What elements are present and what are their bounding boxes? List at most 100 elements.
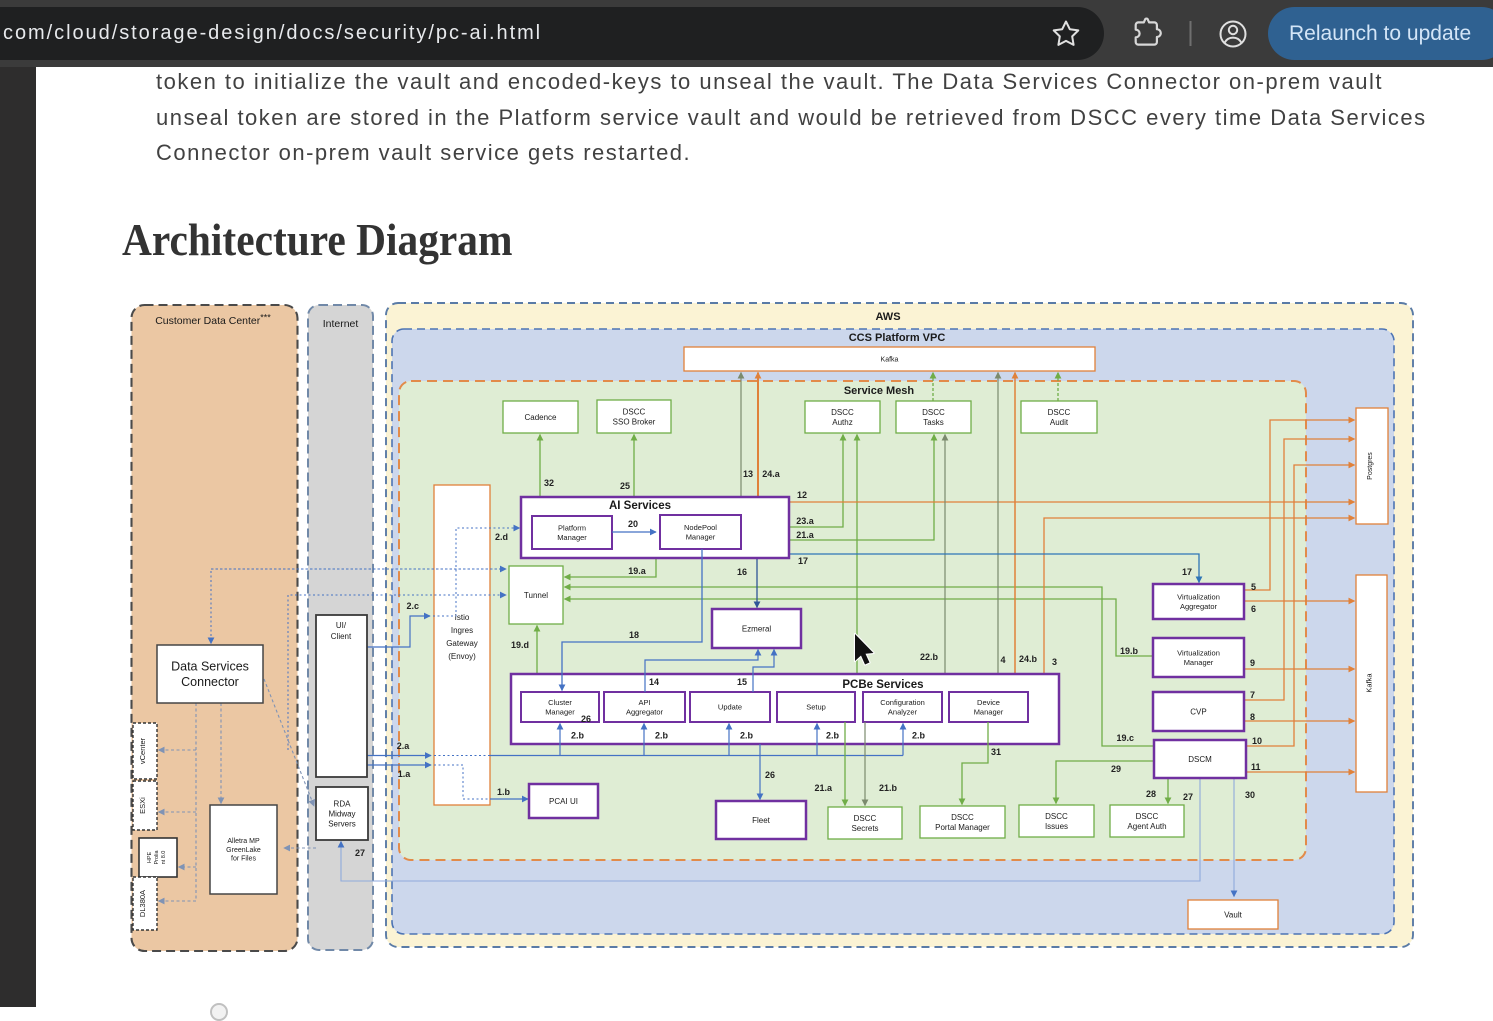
- svg-text:Tasks: Tasks: [923, 418, 943, 427]
- svg-text:2.b: 2.b: [655, 731, 669, 741]
- svg-text:ESXi: ESXi: [138, 797, 147, 814]
- svg-text:24.a: 24.a: [762, 469, 781, 479]
- svg-text:Istio: Istio: [455, 613, 470, 622]
- svg-text:19.a: 19.a: [628, 566, 647, 576]
- svg-text:9: 9: [1250, 658, 1255, 668]
- svg-text:CVP: CVP: [1190, 707, 1206, 716]
- svg-text:4: 4: [1000, 655, 1005, 665]
- svg-text:24.b: 24.b: [1019, 654, 1038, 664]
- svg-text:11: 11: [1251, 762, 1261, 772]
- svg-text:GreenLake: GreenLake: [226, 847, 261, 854]
- svg-text:Virtualization: Virtualization: [1177, 592, 1220, 601]
- svg-text:API: API: [638, 698, 650, 707]
- svg-text:26: 26: [581, 714, 591, 724]
- svg-text:Agent Auth: Agent Auth: [1127, 822, 1166, 831]
- svg-text:21.a: 21.a: [796, 530, 815, 540]
- svg-text:15: 15: [737, 677, 747, 687]
- svg-text:Secrets: Secrets: [851, 824, 878, 833]
- svg-text:Portal Manager: Portal Manager: [935, 823, 990, 832]
- svg-text:DSCC: DSCC: [1048, 408, 1071, 417]
- svg-text:SSO Broker: SSO Broker: [613, 417, 656, 426]
- svg-text:14: 14: [649, 677, 659, 687]
- svg-text:Data Services: Data Services: [171, 660, 249, 674]
- svg-text:22.b: 22.b: [920, 652, 939, 662]
- svg-text:31: 31: [991, 747, 1001, 757]
- svg-text:nt 8.0: nt 8.0: [161, 851, 167, 865]
- svg-text:23.a: 23.a: [796, 516, 815, 526]
- svg-text:(Envoy): (Envoy): [448, 652, 476, 661]
- svg-text:UI/: UI/: [336, 621, 347, 630]
- svg-text:PCAI UI: PCAI UI: [549, 797, 578, 806]
- svg-text:Ingres: Ingres: [451, 626, 473, 635]
- svg-text:Aggregator: Aggregator: [1180, 602, 1218, 611]
- svg-text:DL380A: DL380A: [138, 890, 147, 917]
- svg-text:Postgres: Postgres: [1367, 452, 1374, 480]
- svg-text:Client: Client: [331, 632, 352, 641]
- svg-text:Prolia: Prolia: [154, 850, 160, 865]
- svg-text:18: 18: [629, 630, 639, 640]
- svg-text:16: 16: [737, 567, 747, 577]
- svg-text:DSCC: DSCC: [1136, 812, 1159, 821]
- svg-text:Issues: Issues: [1045, 822, 1068, 831]
- svg-text:Alletra MP: Alletra MP: [227, 838, 260, 845]
- svg-text:21.a: 21.a: [814, 783, 833, 793]
- svg-text:10: 10: [1252, 736, 1262, 746]
- svg-text:AWS: AWS: [875, 311, 900, 323]
- svg-text:Virtualization: Virtualization: [1177, 648, 1220, 657]
- svg-text:Midway: Midway: [328, 809, 355, 818]
- svg-text:17: 17: [1182, 567, 1192, 577]
- svg-text:Tunnel: Tunnel: [524, 591, 548, 600]
- svg-text:Configuration: Configuration: [880, 698, 925, 707]
- svg-text:Authz: Authz: [832, 418, 852, 427]
- svg-text:DSCC: DSCC: [922, 408, 945, 417]
- svg-text:26: 26: [765, 770, 775, 780]
- svg-text:Kafka: Kafka: [1365, 673, 1374, 693]
- svg-text:Service Mesh: Service Mesh: [844, 385, 915, 397]
- svg-text:12: 12: [797, 490, 807, 500]
- svg-text:21.b: 21.b: [879, 783, 898, 793]
- svg-text:NodePool: NodePool: [684, 523, 717, 532]
- svg-text:27: 27: [1183, 792, 1193, 802]
- svg-text:2.c: 2.c: [406, 601, 419, 611]
- svg-text:Aggregator: Aggregator: [626, 707, 664, 716]
- svg-text:Platform: Platform: [558, 523, 586, 532]
- svg-text:2.a: 2.a: [397, 741, 411, 751]
- svg-text:19.b: 19.b: [1120, 646, 1139, 656]
- svg-text:2.b: 2.b: [571, 731, 585, 741]
- svg-text:DSCC: DSCC: [854, 814, 877, 823]
- svg-text:Cadence: Cadence: [524, 413, 557, 422]
- svg-text:Ezmeral: Ezmeral: [742, 624, 772, 633]
- svg-text:2.b: 2.b: [740, 731, 754, 741]
- svg-text:Manager: Manager: [686, 532, 716, 541]
- svg-text:AI Services: AI Services: [609, 500, 671, 512]
- svg-text:Analyzer: Analyzer: [888, 707, 918, 716]
- svg-text:DSCC: DSCC: [1045, 812, 1068, 821]
- svg-text:6: 6: [1251, 604, 1256, 614]
- svg-text:5: 5: [1251, 582, 1256, 592]
- svg-text:2.b: 2.b: [826, 731, 840, 741]
- svg-text:Vault: Vault: [1224, 910, 1242, 919]
- svg-text:8: 8: [1250, 712, 1255, 722]
- svg-text:Gateway: Gateway: [446, 639, 478, 648]
- svg-text:7: 7: [1250, 690, 1255, 700]
- svg-text:32: 32: [544, 478, 554, 488]
- svg-text:Fleet: Fleet: [752, 816, 771, 825]
- svg-text:19.c: 19.c: [1116, 733, 1134, 743]
- svg-text:Cluster: Cluster: [548, 698, 572, 707]
- svg-text:20: 20: [628, 519, 638, 529]
- svg-text:Audit: Audit: [1050, 418, 1069, 427]
- svg-text:RDA: RDA: [334, 799, 352, 808]
- svg-text:Manager: Manager: [974, 707, 1004, 716]
- svg-text:2.d: 2.d: [495, 532, 508, 542]
- svg-text:Customer Data Center***: Customer Data Center***: [155, 313, 271, 328]
- svg-text:Manager: Manager: [557, 533, 587, 542]
- svg-text:1.b: 1.b: [497, 787, 511, 797]
- svg-text:27: 27: [355, 848, 365, 858]
- svg-text:Device: Device: [977, 698, 1000, 707]
- svg-text:CCS Platform VPC: CCS Platform VPC: [849, 332, 946, 344]
- svg-text:Connector: Connector: [181, 675, 239, 689]
- svg-text:Update: Update: [718, 703, 742, 712]
- svg-text:DSCC: DSCC: [831, 408, 854, 417]
- svg-text:25: 25: [620, 481, 630, 491]
- svg-text:for Files: for Files: [231, 856, 256, 863]
